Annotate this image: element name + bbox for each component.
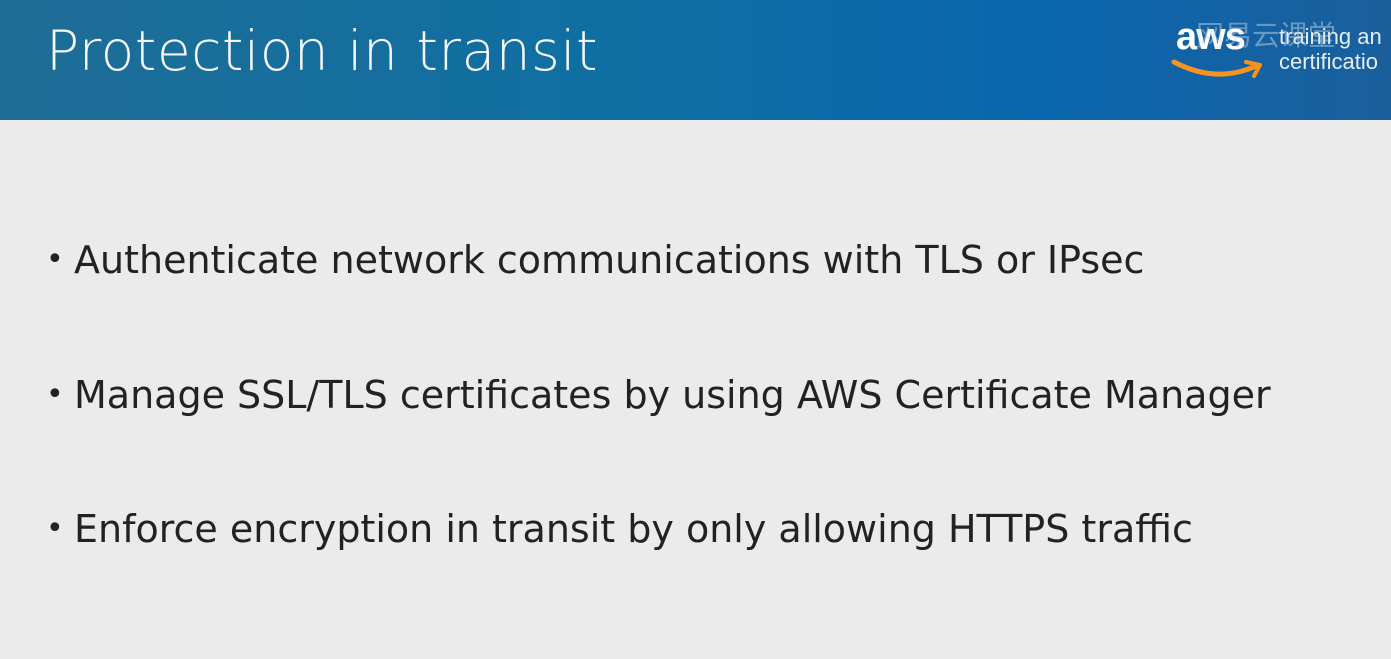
bullet-dot: •	[46, 377, 64, 412]
aws-smile-icon	[1171, 59, 1262, 78]
bullet-text: Enforce encryption in transit by only al…	[74, 507, 1193, 551]
bullet-text: Manage SSL/TLS certificates by using AWS…	[74, 373, 1271, 417]
bullet-item: • Authenticate network communications wit…	[46, 238, 1144, 282]
bullet-text: Authenticate network communications with…	[74, 238, 1145, 282]
slide-title: Protection in transit	[46, 19, 599, 83]
slide-header: Protection in transit aws training an ce…	[0, 0, 1391, 120]
bullet-item: • Manage SSL/TLS certificates by using AW…	[46, 373, 1271, 417]
bullet-dot: •	[46, 511, 64, 546]
watermark-text: 网易云课堂	[1196, 19, 1337, 52]
bullet-dot: •	[46, 242, 64, 277]
bullet-item: • Enforce encryption in transit by only a…	[46, 507, 1193, 551]
